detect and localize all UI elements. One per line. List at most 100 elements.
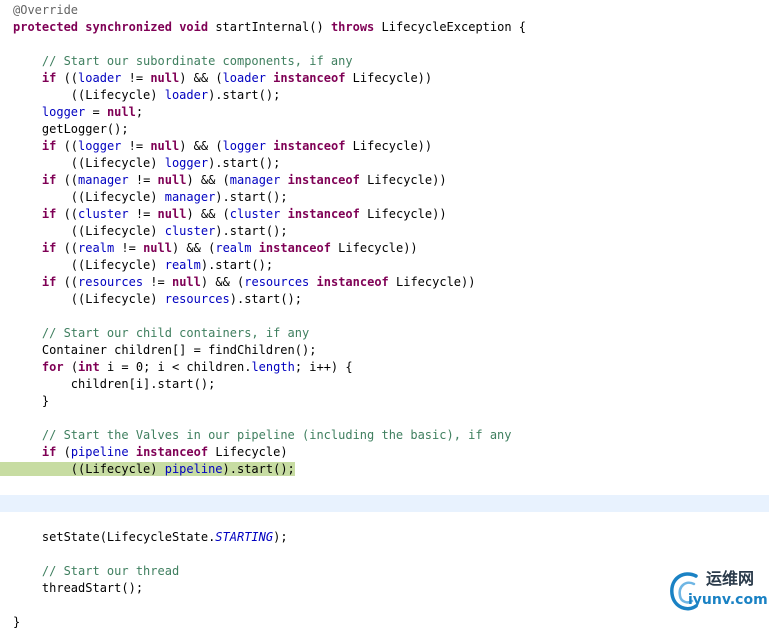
code-token: Lifecycle)) bbox=[330, 241, 418, 255]
code-token: instanceof bbox=[273, 71, 346, 85]
code-token: // Start the Valves in our pipeline (inc… bbox=[41, 428, 512, 442]
code-editor[interactable]: @Override protected synchronized void sta… bbox=[0, 2, 769, 631]
code-line[interactable]: ((Lifecycle) manager).start(); bbox=[0, 189, 769, 206]
code-token: != bbox=[121, 71, 151, 85]
code-token: ((Lifecycle) bbox=[13, 156, 165, 170]
code-token: Container children[] = findChildren(); bbox=[13, 343, 317, 357]
watermark-url-text: iyunv.com bbox=[688, 592, 768, 608]
code-token: (( bbox=[56, 207, 79, 221]
code-line[interactable]: getLogger(); bbox=[0, 121, 769, 138]
code-line[interactable]: threadStart(); bbox=[0, 580, 769, 597]
code-line[interactable] bbox=[0, 308, 769, 325]
code-token: null bbox=[150, 71, 180, 85]
code-token: logger bbox=[78, 139, 122, 153]
code-line[interactable]: if ((realm != null) && (realm instanceof… bbox=[0, 240, 769, 257]
code-line[interactable]: ((Lifecycle) resources).start(); bbox=[0, 291, 769, 308]
code-token: Lifecycle)) bbox=[345, 139, 433, 153]
code-token: ( bbox=[63, 360, 79, 374]
code-line[interactable]: ((Lifecycle) pipeline).start(); bbox=[0, 461, 769, 478]
watermark-cn-text: 运维网 bbox=[706, 569, 755, 588]
code-line[interactable]: ((Lifecycle) cluster).start(); bbox=[0, 223, 769, 240]
code-line[interactable]: if ((cluster != null) && (cluster instan… bbox=[0, 206, 769, 223]
code-line[interactable]: setState(LifecycleState.STARTING); bbox=[0, 529, 769, 546]
code-line[interactable]: children[i].start(); bbox=[0, 376, 769, 393]
code-line[interactable] bbox=[0, 478, 769, 495]
code-line[interactable]: // Start our thread bbox=[0, 563, 769, 580]
code-line[interactable]: // Start our child containers, if any bbox=[0, 325, 769, 342]
code-token: ).start(); bbox=[208, 156, 281, 170]
code-line[interactable]: @Override bbox=[0, 2, 769, 19]
code-line[interactable] bbox=[0, 512, 769, 529]
code-token: pipeline bbox=[164, 462, 223, 476]
code-token: threadStart(); bbox=[13, 581, 144, 595]
code-token: instanceof bbox=[287, 207, 360, 221]
code-line[interactable]: if ((resources != null) && (resources in… bbox=[0, 274, 769, 291]
code-token: if bbox=[41, 241, 57, 255]
code-line[interactable] bbox=[0, 546, 769, 563]
code-line[interactable]: if (pipeline instanceof Lifecycle) bbox=[0, 444, 769, 461]
site-watermark: 运维网 iyunv.com bbox=[666, 568, 769, 616]
code-line[interactable]: ((Lifecycle) logger).start(); bbox=[0, 155, 769, 172]
code-token: length bbox=[251, 360, 295, 374]
code-token: // Start our child containers, if any bbox=[41, 326, 310, 340]
code-token: LifecycleException { bbox=[374, 20, 527, 34]
code-token: children[i].start(); bbox=[13, 377, 216, 391]
code-line[interactable]: } bbox=[0, 393, 769, 410]
code-line[interactable]: protected synchronized void startInterna… bbox=[0, 19, 769, 36]
code-token: if bbox=[41, 173, 57, 187]
code-token: if bbox=[41, 445, 57, 459]
code-token: throws bbox=[330, 20, 375, 34]
code-token: Lifecycle)) bbox=[345, 71, 433, 85]
code-token: instanceof bbox=[287, 173, 360, 187]
code-token: startInternal() bbox=[208, 20, 331, 34]
code-line[interactable] bbox=[0, 410, 769, 427]
code-token: ) && ( bbox=[186, 207, 230, 221]
code-line[interactable] bbox=[0, 597, 769, 614]
code-token: int bbox=[78, 360, 100, 374]
code-line[interactable]: if ((manager != null) && (manager instan… bbox=[0, 172, 769, 189]
code-token: manager bbox=[229, 173, 281, 187]
code-token: // Start our subordinate components, if … bbox=[41, 54, 353, 68]
code-token: if bbox=[41, 139, 57, 153]
code-token: (( bbox=[56, 71, 79, 85]
code-token: != bbox=[114, 241, 144, 255]
code-line[interactable]: // Start our subordinate components, if … bbox=[0, 53, 769, 70]
code-line[interactable]: // Start the Valves in our pipeline (inc… bbox=[0, 427, 769, 444]
line-gutter-pad bbox=[0, 461, 13, 478]
code-token: getLogger(); bbox=[13, 122, 129, 136]
code-token: ) && ( bbox=[179, 71, 223, 85]
code-token: logger bbox=[41, 105, 86, 119]
code-token: null bbox=[143, 241, 172, 255]
code-line[interactable] bbox=[0, 495, 769, 512]
code-token: ) && ( bbox=[186, 173, 230, 187]
code-token: if bbox=[41, 275, 57, 289]
code-line[interactable]: if ((loader != null) && (loader instance… bbox=[0, 70, 769, 87]
code-token: cluster bbox=[229, 207, 281, 221]
code-token: null bbox=[157, 207, 187, 221]
code-line[interactable]: ((Lifecycle) loader).start(); bbox=[0, 87, 769, 104]
code-token: != bbox=[128, 173, 158, 187]
code-token: manager bbox=[164, 190, 216, 204]
code-line[interactable]: Container children[] = findChildren(); bbox=[0, 342, 769, 359]
code-line[interactable]: for (int i = 0; i < children.length; i++… bbox=[0, 359, 769, 376]
code-token: Lifecycle)) bbox=[388, 275, 476, 289]
code-token: ( bbox=[56, 445, 71, 459]
code-line[interactable]: logger = null; bbox=[0, 104, 769, 121]
code-token: ((Lifecycle) bbox=[13, 462, 165, 476]
code-token: null bbox=[157, 173, 187, 187]
code-line[interactable]: ((Lifecycle) realm).start(); bbox=[0, 257, 769, 274]
code-line[interactable]: if ((logger != null) && (logger instance… bbox=[0, 138, 769, 155]
code-line[interactable] bbox=[0, 36, 769, 53]
code-token: pipeline bbox=[70, 445, 129, 459]
